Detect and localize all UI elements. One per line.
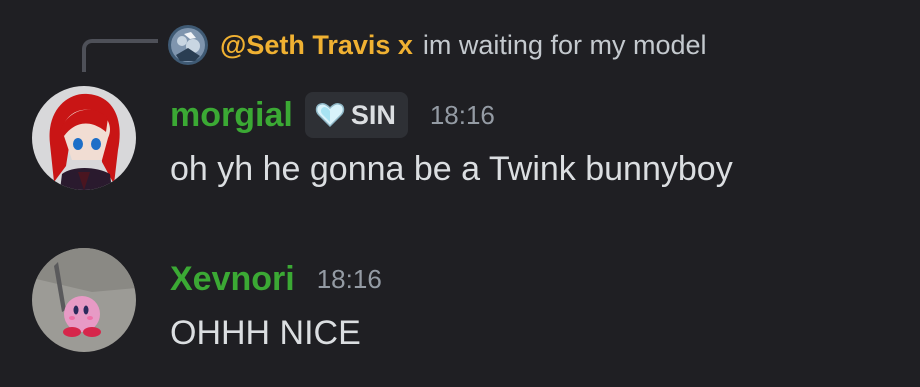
message-header-xevnori: Xevnori 18:16 [170,256,382,302]
reply-author-name[interactable]: @Seth Travis x [220,30,413,61]
server-tag[interactable]: SIN [304,92,408,138]
message-text: oh yh he gonna be a Twink bunnyboy [170,150,733,188]
timestamp[interactable]: 18:16 [317,264,382,295]
reply-author-avatar[interactable] [168,25,208,65]
username-xevnori[interactable]: Xevnori [170,260,295,299]
server-tag-label: SIN [350,99,396,130]
message-header-morgial: morgial SIN 18:16 [170,92,495,138]
message-text: OHHH NICE [170,314,361,352]
reply-message-text[interactable]: im waiting for my model [423,30,707,61]
reply-preview[interactable]: @Seth Travis x im waiting for my model [168,25,707,65]
heart-icon [315,100,345,130]
avatar-xevnori[interactable] [32,248,136,352]
avatar-morgial[interactable] [32,86,136,190]
chat-message-list: @Seth Travis x im waiting for my model m… [0,0,920,387]
reply-connector-line [82,39,158,72]
timestamp[interactable]: 18:16 [430,100,495,131]
username-morgial[interactable]: morgial [170,96,293,135]
